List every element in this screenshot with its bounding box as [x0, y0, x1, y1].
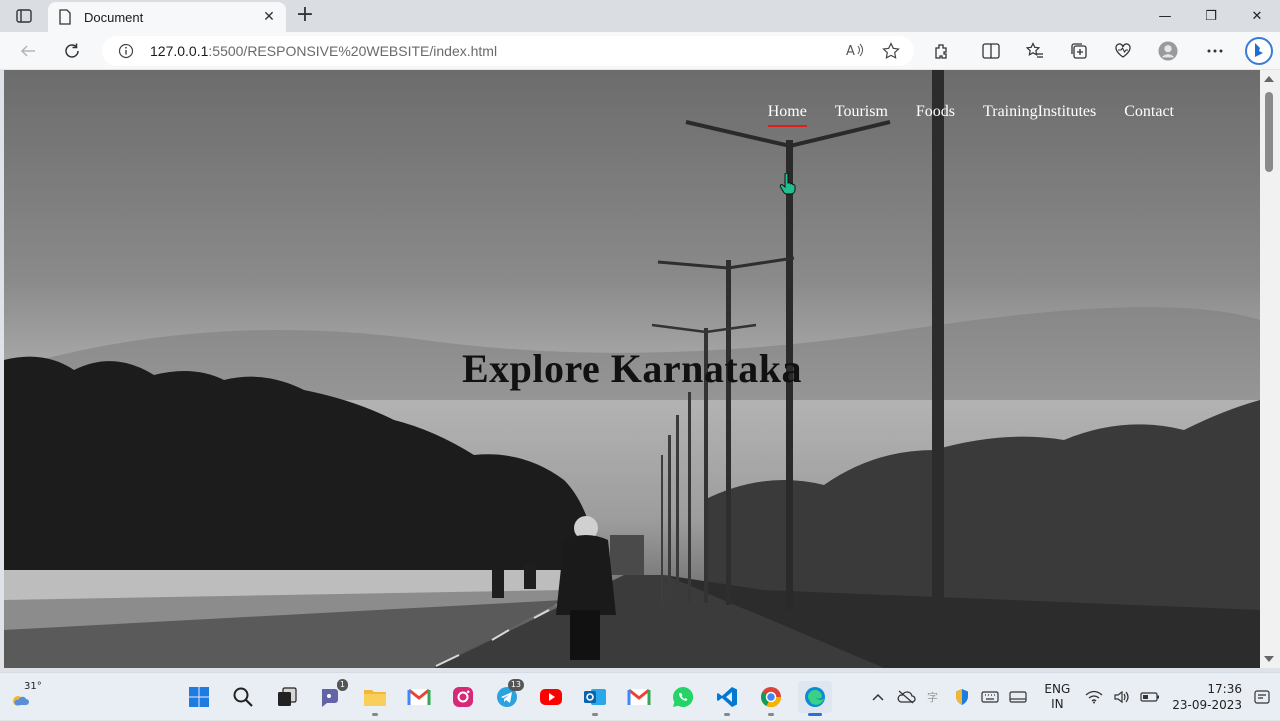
- favorites-icon[interactable]: [1025, 41, 1045, 61]
- weather-temperature: 31°: [24, 681, 42, 692]
- telegram-badge: 13: [507, 679, 524, 691]
- nav-link-foods[interactable]: Foods: [916, 103, 955, 127]
- vscode-icon[interactable]: [710, 681, 744, 716]
- scroll-thumb[interactable]: [1265, 92, 1273, 172]
- url-path: :5500/RESPONSIVE%20WEBSITE/index.html: [208, 43, 498, 59]
- tab-title: Document: [84, 9, 144, 25]
- telegram-icon[interactable]: 13: [490, 679, 524, 713]
- file-explorer-icon[interactable]: [358, 681, 392, 716]
- browser-tab-bar: Document ✕ + — ❐ ✕: [0, 0, 1280, 32]
- outlook-icon[interactable]: [578, 681, 612, 716]
- vscode-running-indicator: [724, 713, 730, 716]
- browser-tab[interactable]: Document ✕: [48, 2, 286, 32]
- refresh-button[interactable]: [60, 40, 84, 62]
- address-bar[interactable]: 127.0.0.1:5500/RESPONSIVE%20WEBSITE/inde…: [102, 36, 914, 66]
- battery-icon[interactable]: [1138, 685, 1162, 709]
- bing-copilot-icon[interactable]: [1244, 36, 1274, 66]
- nav-link-training-institutes[interactable]: TrainingInstitutes: [983, 103, 1096, 127]
- url-host: 127.0.0.1: [150, 43, 209, 59]
- edge-active-indicator: [808, 713, 822, 716]
- window-controls: — ❐ ✕: [1142, 0, 1280, 32]
- file-explorer-running-indicator: [372, 713, 378, 716]
- close-window-button[interactable]: ✕: [1234, 0, 1280, 32]
- edge-icon[interactable]: [798, 681, 832, 716]
- onedrive-icon[interactable]: [894, 685, 918, 709]
- svg-text:字: 字: [927, 690, 938, 704]
- teams-badge: 1: [336, 679, 348, 691]
- nav-link-tourism[interactable]: Tourism: [835, 103, 888, 127]
- back-button[interactable]: [16, 40, 40, 62]
- more-options-icon[interactable]: [1205, 41, 1225, 61]
- keyboard-icon[interactable]: [978, 685, 1002, 709]
- page-scrollbar[interactable]: [1260, 70, 1280, 668]
- windows-taskbar: 31° 1 13 字 ENG IN 17:36 23-09-2023: [0, 672, 1280, 720]
- browser-toolbar: 127.0.0.1:5500/RESPONSIVE%20WEBSITE/inde…: [0, 32, 1280, 70]
- region-code: IN: [1051, 697, 1064, 711]
- weather-widget[interactable]: 31°: [10, 681, 44, 713]
- wifi-icon[interactable]: [1082, 685, 1106, 709]
- new-tab-button[interactable]: +: [294, 4, 316, 26]
- nav-link-home[interactable]: Home: [767, 103, 807, 127]
- page-viewport: Home Tourism Foods TrainingInstitutes Co…: [4, 70, 1260, 668]
- tab-actions-icon[interactable]: [10, 6, 38, 26]
- scroll-down-icon[interactable]: [1264, 656, 1274, 662]
- language-code: ENG: [1044, 682, 1071, 696]
- document-icon: [59, 9, 71, 25]
- display-icon[interactable]: [1006, 685, 1030, 709]
- scroll-up-icon[interactable]: [1264, 76, 1274, 82]
- gmail-2-icon[interactable]: [622, 681, 656, 713]
- extensions-icon[interactable]: [932, 41, 952, 61]
- minimize-button[interactable]: —: [1142, 0, 1188, 32]
- security-shield-icon[interactable]: [950, 685, 974, 709]
- system-tray: 字 ENG IN 17:36 23-09-2023: [864, 673, 1280, 721]
- chrome-running-indicator: [768, 713, 774, 716]
- nav-link-contact[interactable]: Contact: [1124, 103, 1174, 127]
- favorite-star-icon[interactable]: [882, 42, 900, 64]
- whatsapp-icon[interactable]: [666, 681, 700, 713]
- instagram-icon[interactable]: [446, 681, 480, 713]
- show-hidden-icons-chevron-icon[interactable]: [866, 685, 890, 709]
- weather-icon: [13, 696, 29, 706]
- teams-icon[interactable]: 1: [314, 679, 348, 713]
- taskbar-clock[interactable]: 17:36 23-09-2023: [1172, 681, 1242, 713]
- collections-icon[interactable]: [1069, 41, 1089, 61]
- clock-time: 17:36: [1207, 682, 1242, 696]
- restore-button[interactable]: ❐: [1188, 0, 1234, 32]
- youtube-icon[interactable]: [534, 681, 568, 713]
- split-screen-icon[interactable]: [981, 41, 1001, 61]
- outlook-running-indicator: [592, 713, 598, 716]
- profile-avatar[interactable]: [1158, 41, 1178, 61]
- tab-close-icon[interactable]: ✕: [260, 9, 278, 25]
- taskbar-apps: 1 13: [182, 679, 832, 716]
- task-view-icon[interactable]: [270, 681, 304, 713]
- hand-cursor-icon: [779, 173, 796, 195]
- gmail-icon[interactable]: [402, 681, 436, 713]
- clock-date: 23-09-2023: [1172, 698, 1242, 712]
- hero-title: Explore Karnataka: [461, 346, 802, 391]
- info-icon[interactable]: [118, 43, 134, 59]
- volume-icon[interactable]: [1110, 685, 1134, 709]
- notification-icon[interactable]: [1250, 685, 1274, 709]
- language-indicator[interactable]: ENG IN: [1044, 682, 1070, 712]
- search-icon[interactable]: [226, 681, 260, 713]
- main-nav: Home Tourism Foods TrainingInstitutes Co…: [767, 103, 1174, 127]
- svg-text:A: A: [846, 44, 855, 58]
- windows-start-icon[interactable]: [182, 681, 216, 713]
- read-aloud-icon[interactable]: A: [846, 42, 864, 64]
- chrome-icon[interactable]: [754, 681, 788, 716]
- health-icon[interactable]: [1113, 41, 1133, 61]
- language-ime-icon[interactable]: 字: [922, 685, 946, 709]
